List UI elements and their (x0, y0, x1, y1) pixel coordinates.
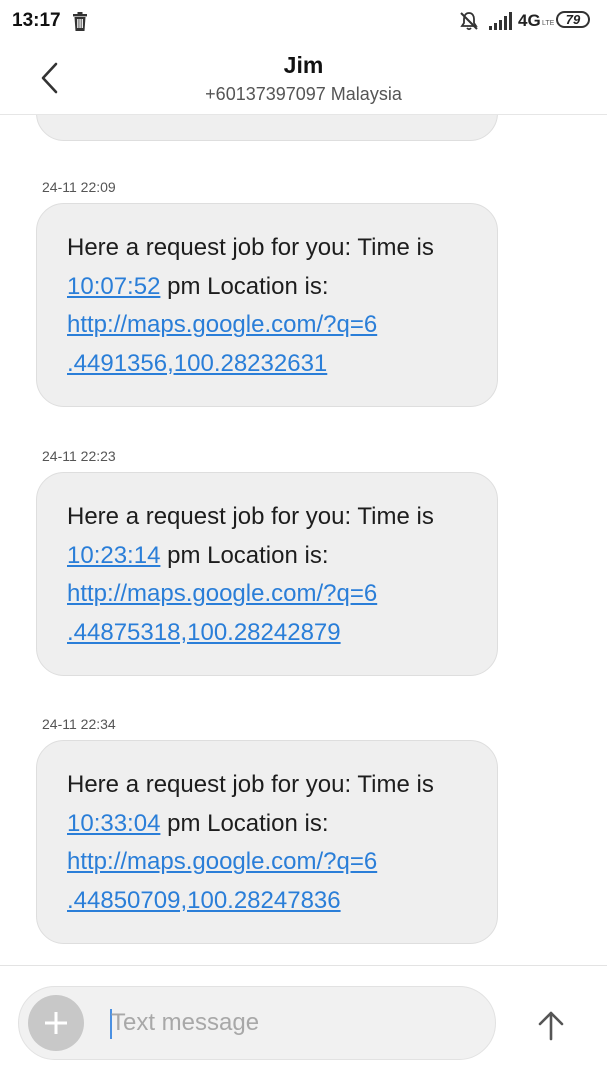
plus-icon (45, 1012, 67, 1034)
message-text: Here a request job for you: Time is (67, 234, 434, 261)
message-text: pm Location is: (160, 541, 329, 569)
message-timestamp: 24-11 22:23 (42, 448, 116, 464)
message-bubble-partial[interactable] (36, 115, 498, 141)
network-type: 4G (518, 11, 541, 30)
mute-icon (460, 12, 478, 31)
time-link[interactable]: 10:33:04 (67, 810, 160, 837)
map-link[interactable]: http://maps.google.com/?q=6 (67, 311, 377, 338)
battery-level: 79 (556, 11, 590, 28)
send-button[interactable] (528, 1002, 574, 1048)
map-link-continued[interactable]: .4491356,100.28232631 (67, 350, 327, 377)
message-bubble[interactable]: Here a request job for you: Time is 10:2… (36, 472, 498, 676)
status-bar: 13:17 4G LTE 79 (0, 0, 607, 44)
conversation-header: Jim +60137397097 Malaysia (0, 44, 607, 115)
message-text: pm Location is: (160, 809, 329, 837)
status-time: 13:17 (12, 10, 61, 31)
message-timestamp: 24-11 22:09 (42, 179, 116, 195)
compose-field[interactable] (18, 986, 496, 1060)
map-link[interactable]: http://maps.google.com/?q=6 (67, 580, 377, 607)
trash-icon (73, 12, 87, 31)
arrow-up-icon (538, 1011, 564, 1041)
network-subtype: LTE (542, 20, 555, 27)
compose-bar (0, 965, 607, 1081)
message-text: Here a request job for you: Time is (67, 771, 434, 798)
message-input[interactable] (111, 1001, 471, 1045)
time-link[interactable]: 10:23:14 (67, 542, 160, 569)
map-link-continued[interactable]: .44850709,100.28247836 (67, 887, 341, 914)
message-bubble[interactable]: Here a request job for you: Time is 10:0… (36, 203, 498, 407)
add-attachment-button[interactable] (28, 995, 84, 1051)
map-link-continued[interactable]: .44875318,100.28242879 (67, 619, 341, 646)
message-text: pm Location is: (160, 272, 329, 300)
contact-name: Jim (283, 52, 324, 78)
message-text: Here a request job for you: Time is (67, 503, 434, 530)
message-list[interactable]: 24-11 22:09 Here a request job for you: … (0, 115, 607, 965)
time-link[interactable]: 10:07:52 (67, 273, 160, 300)
map-link[interactable]: http://maps.google.com/?q=6 (67, 848, 377, 875)
message-bubble[interactable]: Here a request job for you: Time is 10:3… (36, 740, 498, 944)
contact-number: +60137397097 Malaysia (205, 84, 402, 104)
signal-icon (489, 12, 512, 30)
message-timestamp: 24-11 22:34 (42, 716, 116, 732)
